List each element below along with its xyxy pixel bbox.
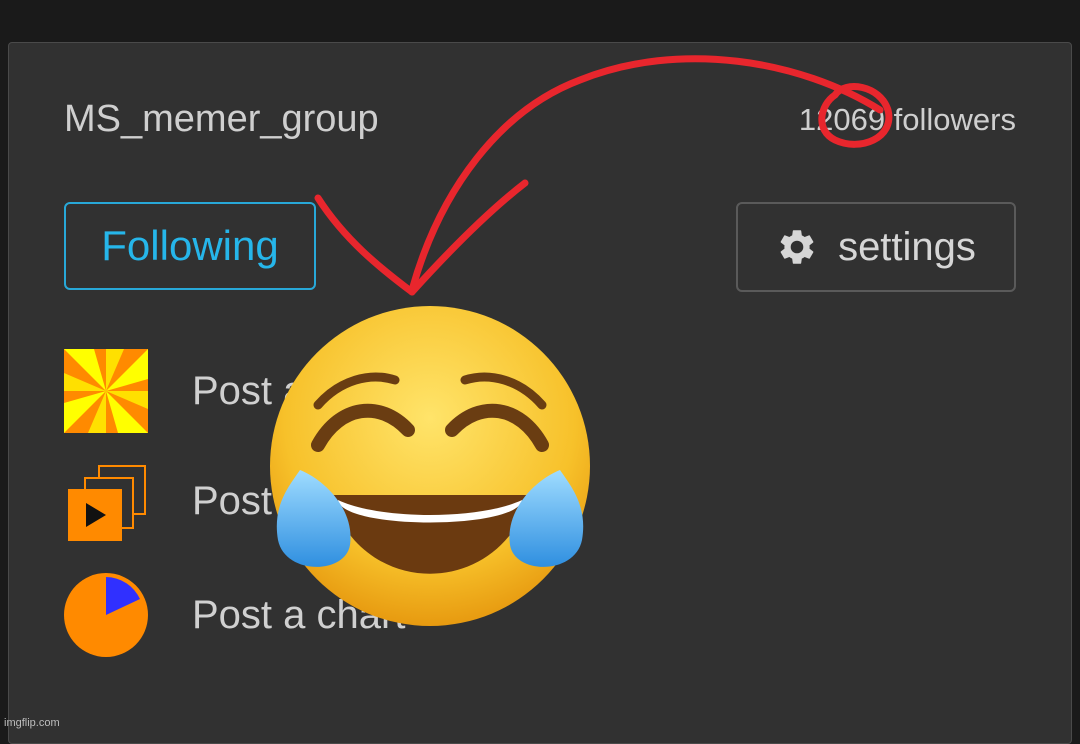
imgflip-watermark: imgflip.com: [4, 717, 60, 729]
post-video-label: Post a video: [192, 478, 413, 523]
gear-icon: [780, 230, 814, 264]
stacked-video-icon: [68, 465, 146, 541]
post-chart-item[interactable]: Post a chart: [64, 572, 664, 658]
following-button[interactable]: Following: [64, 202, 316, 290]
group-name: MS_memer_group: [64, 98, 379, 140]
post-chart-label: Post a chart: [192, 592, 406, 637]
settings-label: settings: [838, 224, 976, 269]
post-video-item[interactable]: Post a video: [64, 458, 664, 544]
pie-chart-icon: [64, 573, 148, 657]
post-image-item[interactable]: Post an image: [64, 348, 664, 434]
post-image-label: Post an image: [192, 368, 448, 413]
followers-count: 12069 followers: [798, 102, 1016, 137]
settings-button[interactable]: settings: [736, 202, 1016, 292]
pinwheel-image-icon: [64, 349, 148, 433]
